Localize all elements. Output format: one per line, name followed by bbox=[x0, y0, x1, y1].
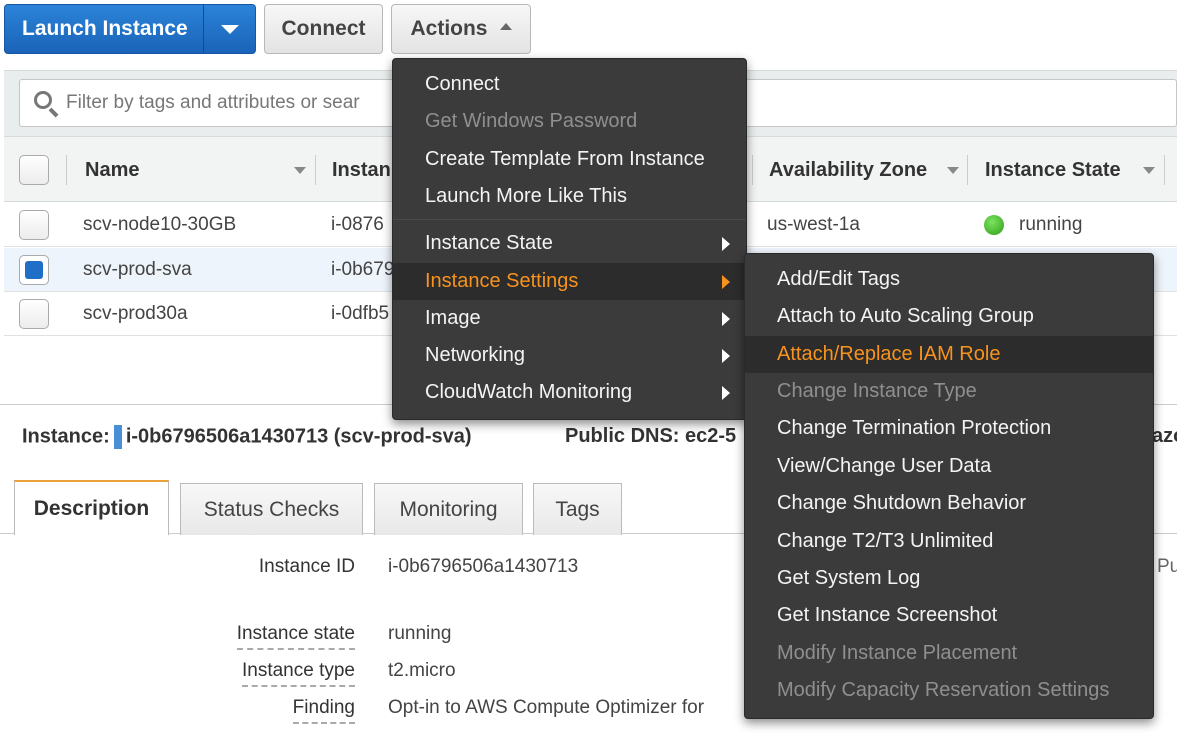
menu-item-change-shutdown-behavior[interactable]: Change Shutdown Behavior bbox=[745, 485, 1153, 522]
chevron-right-icon bbox=[722, 274, 730, 289]
public-dns-edge: azo bbox=[1152, 425, 1177, 447]
chevron-up-icon bbox=[499, 22, 512, 30]
status-running-icon bbox=[984, 215, 1004, 235]
instance-name: scv-prod-sva bbox=[83, 259, 192, 280]
field-label-finding[interactable]: Finding bbox=[292, 697, 355, 724]
menu-item-launch-more[interactable]: Launch More Like This bbox=[393, 178, 746, 215]
field-label-edge: Pu bbox=[1157, 556, 1177, 577]
instance-name: scv-prod30a bbox=[83, 303, 188, 324]
menu-item-change-t2-t3-unlimited[interactable]: Change T2/T3 Unlimited bbox=[745, 523, 1153, 560]
row-checkbox[interactable] bbox=[19, 210, 49, 240]
menu-item-change-instance-type: Change Instance Type bbox=[777, 380, 977, 402]
chevron-right-icon bbox=[722, 385, 730, 400]
menu-item-instance-state[interactable]: Instance State bbox=[393, 225, 746, 262]
menu-item-networking[interactable]: Networking bbox=[393, 337, 746, 374]
instance-state: running bbox=[984, 203, 1082, 247]
menu-item-create-template[interactable]: Create Template From Instance bbox=[393, 141, 746, 178]
actions-label: Actions bbox=[410, 17, 488, 40]
chevron-right-icon bbox=[722, 236, 730, 251]
field-value-instance-state: running bbox=[388, 623, 452, 644]
field-value-finding: Opt-in to AWS Compute Optimizer for bbox=[388, 697, 705, 718]
menu-item-change-termination-protection[interactable]: Change Termination Protection bbox=[745, 410, 1153, 447]
menu-item-instance-settings[interactable]: Instance Settings bbox=[393, 263, 746, 300]
instance-settings-submenu: Add/Edit Tags Attach to Auto Scaling Gro… bbox=[744, 253, 1154, 719]
select-all-checkbox[interactable] bbox=[19, 155, 49, 185]
sort-icon[interactable] bbox=[1143, 167, 1155, 174]
sort-icon[interactable] bbox=[294, 167, 306, 174]
menu-item-add-edit-tags[interactable]: Add/Edit Tags bbox=[745, 261, 1153, 298]
menu-item-modify-capacity-reservation: Modify Capacity Reservation Settings bbox=[777, 679, 1110, 701]
menu-item-get-windows-password: Get Windows Password bbox=[425, 110, 638, 132]
tab-tags[interactable]: Tags bbox=[533, 483, 622, 535]
search-icon bbox=[32, 89, 60, 118]
field-label-instance-state[interactable]: Instance state bbox=[236, 623, 355, 650]
menu-item-attach-auto-scaling[interactable]: Attach to Auto Scaling Group bbox=[745, 298, 1153, 335]
menu-item-connect[interactable]: Connect bbox=[393, 66, 746, 103]
instance-summary: Instance: i-0b6796506a1430713 (scv-prod-s… bbox=[22, 425, 472, 449]
instance-id: i-0b679 bbox=[331, 259, 395, 280]
actions-button[interactable]: Actions bbox=[391, 4, 531, 54]
row-checkbox[interactable] bbox=[19, 255, 49, 285]
tab-status-checks[interactable]: Status Checks bbox=[180, 483, 363, 535]
column-header-availability-zone[interactable]: Availability Zone bbox=[769, 137, 959, 203]
menu-item-cloudwatch-monitoring[interactable]: CloudWatch Monitoring bbox=[393, 374, 746, 411]
instance-id: i-0dfb5 bbox=[331, 303, 390, 324]
launch-instance-button[interactable]: Launch Instance bbox=[4, 4, 256, 54]
launch-dropdown-toggle[interactable] bbox=[203, 5, 255, 53]
row-checkbox[interactable] bbox=[19, 299, 49, 329]
availability-zone: us-west-1a bbox=[767, 214, 860, 235]
menu-item-attach-replace-iam-role[interactable]: Attach/Replace IAM Role bbox=[745, 336, 1153, 373]
menu-item-modify-instance-placement: Modify Instance Placement bbox=[777, 642, 1018, 664]
tab-description[interactable]: Description bbox=[14, 480, 169, 535]
actions-menu: Connect Get Windows Password Create Temp… bbox=[392, 58, 747, 420]
public-dns-label: Public DNS: ec2-5 bbox=[565, 425, 737, 447]
column-header-instance-state[interactable]: Instance State bbox=[985, 137, 1155, 203]
launch-instance-label[interactable]: Launch Instance bbox=[5, 5, 203, 53]
field-label-instance-type[interactable]: Instance type bbox=[241, 660, 355, 687]
column-header-name[interactable]: Name bbox=[85, 137, 310, 203]
menu-item-get-instance-screenshot[interactable]: Get Instance Screenshot bbox=[745, 597, 1153, 634]
menu-item-get-system-log[interactable]: Get System Log bbox=[745, 560, 1153, 597]
sort-icon[interactable] bbox=[947, 167, 959, 174]
connect-button[interactable]: Connect bbox=[264, 4, 383, 54]
instance-id: i-0876 bbox=[331, 214, 384, 235]
menu-item-image[interactable]: Image bbox=[393, 300, 746, 337]
chevron-right-icon bbox=[722, 348, 730, 363]
menu-item-view-change-user-data[interactable]: View/Change User Data bbox=[745, 448, 1153, 485]
field-label-instance-id: Instance ID bbox=[258, 556, 355, 577]
chevron-right-icon bbox=[722, 311, 730, 326]
column-header-instance-id[interactable]: Instan bbox=[332, 137, 392, 203]
instance-name: scv-node10-30GB bbox=[83, 214, 237, 235]
tab-monitoring[interactable]: Monitoring bbox=[374, 483, 523, 535]
field-value-instance-id: i-0b6796506a1430713 bbox=[388, 556, 579, 577]
selection-marker bbox=[113, 425, 122, 449]
chevron-down-icon bbox=[220, 24, 239, 34]
field-value-instance-type: t2.micro bbox=[388, 660, 456, 681]
